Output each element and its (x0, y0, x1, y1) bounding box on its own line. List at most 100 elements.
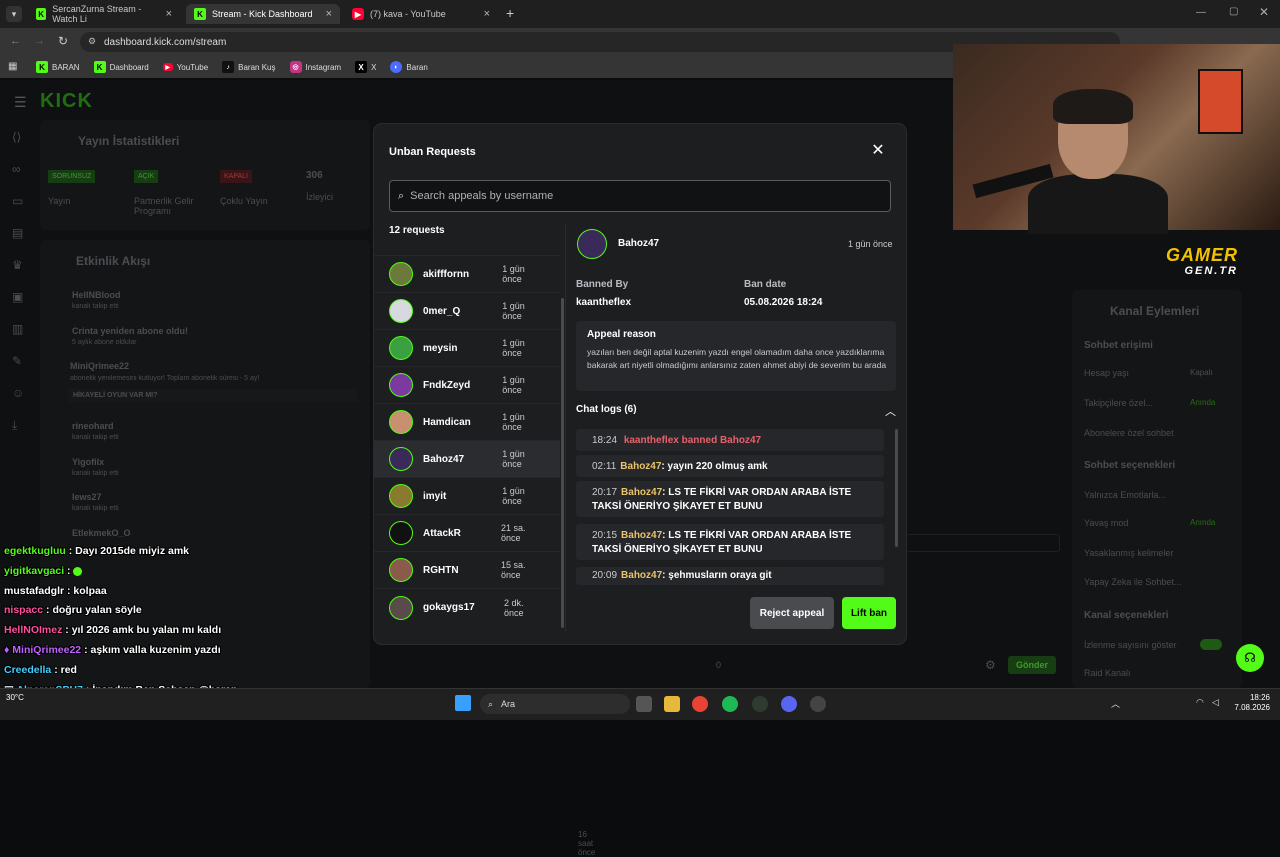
apps-icon[interactable]: ▦ (8, 61, 17, 72)
list-item-selected[interactable]: Bahoz47 1 gün önce (374, 441, 560, 478)
weather-widget[interactable]: 30°C (6, 693, 24, 702)
option-value[interactable]: Anında (1190, 518, 1215, 527)
bookmark-baran-kus[interactable]: ♪ Baran Kuş (222, 61, 276, 73)
activity-name: HellNBlood (72, 290, 121, 300)
analytics-icon[interactable]: ▥ (12, 322, 23, 336)
avatar (389, 262, 413, 286)
chat-log-entry: 20:15 Bahoz47: LS TE FİKRİ VAR ORDAN ARAB… (576, 524, 884, 560)
request-time: 2 dk. önce (504, 597, 524, 618)
list-item[interactable]: Hamdican 1 gün önce (374, 404, 560, 441)
search-input[interactable]: ⌕ Search appeals by username (389, 180, 891, 212)
activity-highlight: HİKAYELİ OYUN VAR MI? (68, 389, 358, 402)
reject-appeal-button[interactable]: Reject appeal (750, 597, 834, 629)
list-item[interactable]: AttackR 21 sa. önce (374, 515, 560, 552)
bookmark-baran[interactable]: K BARAN (36, 61, 80, 73)
tab-list-button[interactable]: ▾ (6, 6, 22, 22)
kick-icon: K (36, 8, 47, 20)
request-list: akifffornn 1 gün önce 0mer_Q 1 gün önce … (374, 240, 560, 632)
close-icon[interactable]: ✕ (871, 143, 885, 159)
tab-kick-dashboard[interactable]: K Stream - Kick Dashboard × (186, 4, 340, 24)
chevron-up-icon[interactable]: ︿ (885, 403, 896, 419)
maximize-icon[interactable]: ▢ (1229, 6, 1238, 17)
support-icon[interactable]: ☊ (1236, 644, 1264, 672)
volume-icon[interactable]: ◁ (1212, 697, 1219, 708)
bookmark-x[interactable]: XX (355, 61, 376, 73)
bookmark-youtube[interactable]: ▶ YouTube (162, 63, 208, 72)
file-explorer-icon[interactable] (636, 696, 652, 712)
close-icon[interactable]: × (484, 8, 490, 20)
chat-text: : yıl 2026 amk bu yalan mı kaldı (65, 624, 222, 636)
request-username: FndkZeyd (423, 379, 471, 391)
list-item-partial[interactable] (374, 240, 560, 256)
chat-user: nispacc (4, 604, 44, 616)
users-icon[interactable]: ☺ (12, 386, 24, 400)
youtube-icon: ▶ (352, 8, 364, 20)
tiktok-icon: ♪ (222, 61, 235, 73)
forward-icon[interactable]: → (34, 35, 45, 47)
list-item[interactable]: akifffornn 1 gün önce (374, 256, 560, 293)
streamer-body (1028, 174, 1168, 234)
ban-date-value: 05.08.2026 18:24 (744, 297, 823, 308)
stream-icon[interactable]: ⟨⟩ (12, 130, 21, 144)
list-scrollbar[interactable] (561, 298, 564, 628)
channel-actions-title: Kanal Eylemleri (1110, 304, 1200, 318)
chart-icon[interactable]: ▤ (12, 226, 23, 240)
list-item[interactable]: RGHTN 15 sa. önce (374, 552, 560, 589)
bookmark-baran-2[interactable]: ◐ Baran (390, 61, 428, 73)
wifi-icon[interactable]: ◠ (1196, 697, 1204, 708)
reload-icon[interactable]: ↻ (58, 34, 68, 48)
request-username: AttackR (423, 527, 461, 539)
folder-icon[interactable] (664, 696, 680, 712)
globe-icon: ◐ (390, 61, 403, 73)
channel-options-title: Kanal seçenekleri (1084, 610, 1169, 621)
list-item[interactable]: FndkZeyd 1 gün önce (374, 367, 560, 404)
download-icon[interactable]: ⤓ (12, 418, 17, 433)
tab-youtube[interactable]: ▶ (7) kava - YouTube × (344, 4, 498, 24)
list-item[interactable]: 0mer_Q 1 gün önce (374, 293, 560, 330)
spotify-icon[interactable] (722, 696, 738, 712)
settings-icon[interactable]: ⚙ (985, 658, 996, 672)
chat-input[interactable] (906, 534, 1060, 552)
media-icon[interactable]: ▣ (12, 290, 23, 304)
taskbar-clock[interactable]: 18:26 7.08.2026 (1225, 693, 1270, 713)
discord-icon[interactable] (781, 696, 797, 712)
chat-user: MiniQrimee22 (12, 644, 82, 656)
back-icon[interactable]: ← (10, 35, 21, 47)
browser-active-icon[interactable] (810, 696, 826, 712)
link-icon[interactable]: ∞ (12, 162, 21, 176)
tools-icon[interactable]: ✎ (12, 354, 22, 368)
toggle-switch[interactable] (1200, 639, 1222, 650)
trophy-icon[interactable]: ♛ (12, 258, 23, 272)
tray-chevron-icon[interactable]: ︿ (1111, 697, 1120, 710)
send-button[interactable]: Gönder (1008, 656, 1057, 674)
window-icon[interactable]: ▭ (12, 194, 23, 208)
search-icon: ⌕ (398, 189, 405, 202)
option-label: Abonelere özel sohbet (1084, 428, 1174, 438)
list-item[interactable]: gokaygs17 2 dk. önce (374, 589, 560, 626)
close-icon[interactable]: × (166, 8, 172, 20)
site-info-icon[interactable]: ⚙ (88, 36, 96, 47)
minimize-icon[interactable]: — (1196, 7, 1206, 18)
new-tab-button[interactable]: + (506, 5, 514, 21)
obs-icon[interactable] (752, 696, 768, 712)
close-icon[interactable]: × (326, 8, 332, 20)
menu-icon[interactable]: ☰ (14, 94, 27, 111)
bookmark-instagram[interactable]: ◎ Instagram (289, 61, 341, 73)
option-label: Yapay Zeka ile Sohbet... (1084, 577, 1182, 587)
chrome-icon[interactable] (692, 696, 708, 712)
windows-start-icon[interactable] (455, 695, 471, 711)
bookmark-dashboard[interactable]: K Dashboard (93, 61, 149, 73)
logs-scrollbar[interactable] (895, 429, 898, 547)
lift-ban-button[interactable]: Lift ban (842, 597, 896, 629)
request-username: meysin (423, 342, 458, 354)
taskbar-search[interactable]: ⌕ Ara (480, 694, 630, 714)
tab-sercanzurna[interactable]: K SercanZurna Stream - Watch Li × (28, 4, 180, 24)
option-value[interactable]: Kapalı (1190, 368, 1213, 377)
close-window-icon[interactable]: ✕ (1259, 5, 1269, 19)
list-item[interactable]: imyit 1 gün önce (374, 478, 560, 515)
list-item[interactable]: meysin 1 gün önce (374, 330, 560, 367)
streamer-hair (1053, 89, 1133, 124)
instagram-icon: ◎ (289, 61, 302, 73)
chat-user: Creedella (4, 664, 52, 676)
option-value[interactable]: Anında (1190, 398, 1215, 407)
